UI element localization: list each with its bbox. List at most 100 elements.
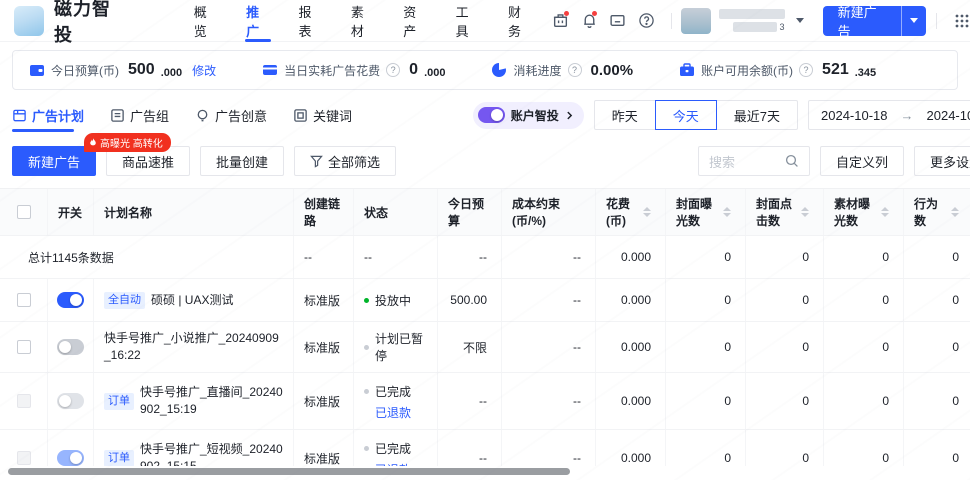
info-icon[interactable]: ? [799, 63, 813, 77]
nav-item-promotion[interactable]: 推广 [232, 0, 284, 42]
date-preset-yesterday[interactable]: 昨天 [594, 100, 656, 130]
col-actions-sortable[interactable]: 行为数 [904, 189, 970, 235]
table-row: 订单 快手号推广_直播间_20240902_15:19 标准版 已完成 已退款 … [0, 373, 970, 430]
date-preset-today[interactable]: 今天 [655, 100, 717, 130]
row-checkbox[interactable] [17, 451, 31, 465]
sort-icon[interactable] [723, 207, 731, 217]
col-status: 状态 [354, 189, 438, 235]
nav-item-tools[interactable]: 工具 [442, 0, 494, 42]
nav-right-cluster: 3 新建广告 [546, 6, 970, 36]
table-header-row: 开关 计划名称 创建链路 状态 今日预算 成本约束(币/%) 花费(币) 封面曝… [0, 189, 970, 236]
nav-item-finance[interactable]: 财务 [494, 0, 546, 42]
tab-ad-plan[interactable]: 广告计划 [12, 98, 84, 132]
help-icon[interactable] [632, 6, 661, 36]
row-checkbox[interactable] [17, 293, 31, 307]
campaign-toggle[interactable] [57, 393, 84, 409]
card-icon [262, 62, 278, 78]
col-cover-impressions-sortable[interactable]: 封面曝光数 [666, 189, 746, 235]
brand-title: 磁力智投 [54, 0, 128, 47]
auto-tag: 全自动 [104, 292, 145, 309]
campaign-name-link[interactable]: 快手号推广_直播间_20240902_15:19 [140, 384, 283, 418]
filter-all-button[interactable]: 全部筛选 [294, 146, 396, 176]
sort-icon[interactable] [951, 207, 959, 217]
search-input[interactable]: 搜索 [698, 146, 810, 176]
main-nav: 概览 推广 报表 素材 资产 工具 财务 [180, 0, 547, 42]
new-ad-button[interactable]: 新建广告 [823, 6, 902, 36]
order-tag: 订单 [104, 450, 134, 467]
select-all-checkbox[interactable] [17, 205, 31, 219]
campaign-name-link[interactable]: 硕硕 | UAX测试 [151, 292, 233, 309]
campaigns-table: 开关 计划名称 创建链路 状态 今日预算 成本约束(币/%) 花费(币) 封面曝… [0, 188, 970, 480]
col-spend-sortable[interactable]: 花费(币) [596, 189, 666, 235]
horizontal-scrollbar[interactable] [8, 468, 570, 475]
col-plan-name: 计划名称 [94, 189, 294, 235]
brand-logo [14, 6, 44, 36]
group-icon [110, 108, 125, 123]
date-range-picker[interactable]: 2024-10-18 → 2024-10-18 [808, 100, 970, 130]
nav-item-overview[interactable]: 概览 [180, 0, 232, 42]
date-end: 2024-10-18 [927, 108, 970, 123]
pie-icon [491, 62, 507, 78]
search-icon [785, 154, 799, 168]
bell-icon[interactable] [575, 6, 604, 36]
table-row: 全自动 硕硕 | UAX测试 标准版 投放中 500.00 -- 0.000 0… [0, 279, 970, 322]
col-cost-constraint: 成本约束(币/%) [502, 189, 596, 235]
more-settings-button[interactable]: 更多设置 [914, 146, 970, 176]
summary-total: 总计1145条数据 [0, 236, 294, 278]
smart-bidding-pill[interactable]: 账户智投 [473, 102, 584, 129]
entity-tabs-row: 广告计划 广告组 广告创意 关键词 [0, 98, 970, 132]
nav-item-materials[interactable]: 素材 [337, 0, 389, 42]
nav-item-assets[interactable]: 资产 [389, 0, 441, 42]
messages-icon[interactable] [603, 6, 632, 36]
tab-ad-creative[interactable]: 广告创意 [195, 98, 267, 132]
stat-daily-budget: 今日预算(币) 500.000 修改 [29, 61, 216, 79]
apps-grid-icon[interactable] [947, 6, 970, 36]
promo-badge: 高曝光 高转化 [84, 133, 171, 152]
refund-link[interactable]: 已退款 [375, 404, 427, 421]
row-checkbox[interactable] [17, 394, 31, 408]
col-cover-clicks-sortable[interactable]: 封面点击数 [746, 189, 824, 235]
modify-budget-link[interactable]: 修改 [192, 62, 216, 79]
avatar[interactable] [681, 8, 711, 34]
order-tag: 订单 [104, 393, 134, 410]
customize-columns-button[interactable]: 自定义列 [820, 146, 904, 176]
nav-item-reports[interactable]: 报表 [284, 0, 336, 42]
new-ad-dropdown-icon[interactable] [901, 6, 926, 36]
campaign-name-link[interactable]: 快手号推广_小说推广_20240909_16:22 [104, 330, 283, 364]
actions-row: 高曝光 高转化 新建广告 商品速推 批量创建 全部筛选 搜索 自定义列 更多设置 [0, 146, 970, 176]
new-ad-split-button: 新建广告 [823, 6, 927, 36]
budget-value: 500 [128, 61, 155, 79]
balance-value: 521 [822, 61, 849, 79]
campaign-toggle[interactable] [57, 339, 84, 355]
idea-icon [195, 108, 210, 123]
sort-icon[interactable] [643, 207, 651, 217]
campaign-toggle[interactable] [57, 292, 84, 308]
plan-icon [12, 108, 27, 123]
info-icon[interactable]: ? [386, 63, 400, 77]
briefcase-icon [679, 62, 695, 78]
keyword-icon [293, 108, 308, 123]
spend-value: 0 [409, 61, 418, 79]
notification-dot [592, 11, 597, 16]
username-blurred: 3 [719, 9, 785, 32]
account-dropdown-caret-icon[interactable] [791, 6, 808, 36]
sort-icon[interactable] [801, 207, 809, 217]
col-material-impressions-sortable[interactable]: 素材曝光数 [824, 189, 904, 235]
date-preset-last7days[interactable]: 最近7天 [716, 100, 798, 130]
col-channel: 创建链路 [294, 189, 354, 235]
date-filter-cluster: 账户智投 昨天 今天 最近7天 2024-10-18 → 2024-10-18 [473, 100, 970, 130]
tab-keywords[interactable]: 关键词 [293, 98, 352, 132]
smart-bidding-toggle[interactable] [478, 107, 505, 123]
info-icon[interactable]: ? [568, 63, 582, 77]
sort-icon[interactable] [881, 207, 889, 217]
divider [936, 13, 937, 29]
stat-progress: 消耗进度 ? 0.00% [491, 62, 633, 79]
tab-ad-group[interactable]: 广告组 [110, 98, 169, 132]
promotions-icon[interactable] [546, 6, 575, 36]
col-budget: 今日预算 [438, 189, 502, 235]
campaign-toggle[interactable] [57, 450, 84, 466]
top-nav: 磁力智投 概览 推广 报表 素材 资产 工具 财务 [0, 0, 970, 42]
batch-create-button[interactable]: 批量创建 [200, 146, 284, 176]
stat-balance: 账户可用余额(币) ? 521.345 [679, 61, 876, 79]
row-checkbox[interactable] [17, 340, 31, 354]
